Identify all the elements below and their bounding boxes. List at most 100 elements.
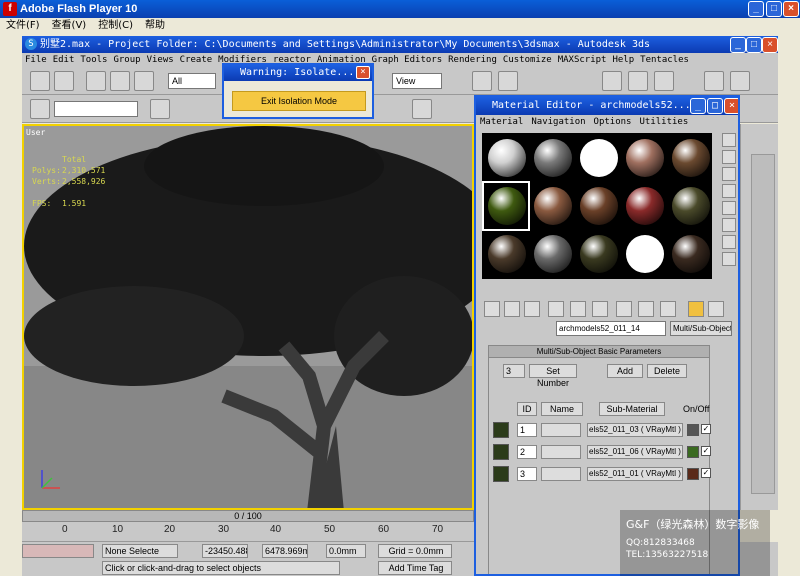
selection-filter-dropdown[interactable]: All bbox=[168, 73, 216, 89]
reset-map-icon[interactable] bbox=[548, 301, 564, 317]
submaterial-id[interactable]: 1 bbox=[517, 423, 537, 437]
submaterial-button[interactable]: els52_011_03 ( VRayMtl ) bbox=[587, 423, 683, 437]
put-to-library-icon[interactable] bbox=[592, 301, 608, 317]
add-time-tag-button[interactable]: Add Time Tag bbox=[378, 561, 452, 575]
submaterial-color-swatch[interactable] bbox=[687, 446, 699, 458]
material-sample-slot[interactable] bbox=[668, 183, 712, 229]
submaterial-id[interactable]: 2 bbox=[517, 445, 537, 459]
select-by-material-icon[interactable] bbox=[722, 252, 736, 266]
layer-manager-icon[interactable] bbox=[150, 99, 170, 119]
track-bar[interactable]: 0 10 20 30 40 50 60 70 bbox=[22, 522, 474, 542]
material-sample-slot[interactable] bbox=[576, 135, 620, 181]
assign-material-icon[interactable] bbox=[524, 301, 540, 317]
max-menu-tentacles[interactable]: Tentacles bbox=[637, 53, 692, 67]
options-icon[interactable] bbox=[722, 235, 736, 249]
max-menu-views[interactable]: Views bbox=[144, 53, 177, 67]
undo-icon[interactable] bbox=[30, 71, 50, 91]
med-menu-options[interactable]: Options bbox=[590, 115, 636, 129]
max-minimize-icon[interactable]: _ bbox=[730, 37, 746, 53]
name-column-header[interactable]: Name bbox=[541, 402, 583, 416]
submaterial-name[interactable] bbox=[541, 423, 581, 437]
max-menu-create[interactable]: Create bbox=[177, 53, 216, 67]
submaterial-on-checkbox[interactable]: ✓ bbox=[701, 424, 711, 434]
layer-icon[interactable] bbox=[30, 99, 50, 119]
material-sample-slot[interactable] bbox=[576, 231, 620, 277]
max-menu-graph-editors[interactable]: Graph Editors bbox=[369, 53, 445, 67]
minimize-icon[interactable]: _ bbox=[690, 98, 706, 114]
maxscript-listener[interactable] bbox=[22, 544, 94, 558]
submaterial-button[interactable]: els52_011_06 ( VRayMtl ) bbox=[587, 445, 683, 459]
submaterial-color-swatch[interactable] bbox=[687, 468, 699, 480]
med-menu-navigation[interactable]: Navigation bbox=[527, 115, 589, 129]
submaterial-name[interactable] bbox=[541, 445, 581, 459]
video-check-icon[interactable] bbox=[722, 201, 736, 215]
backlight-icon[interactable] bbox=[722, 150, 736, 164]
material-type-button[interactable]: Multi/Sub-Object bbox=[670, 321, 732, 336]
max-menu-maxscript[interactable]: MAXScript bbox=[555, 53, 610, 67]
y-coordinate-field[interactable]: 6478.969m bbox=[262, 544, 308, 558]
link-icon[interactable] bbox=[86, 71, 106, 91]
material-name-field[interactable]: archmodels52_011_14 bbox=[556, 321, 666, 336]
curve-editor-icon[interactable] bbox=[412, 99, 432, 119]
submaterial-id[interactable]: 3 bbox=[517, 467, 537, 481]
put-material-icon[interactable] bbox=[504, 301, 520, 317]
max-menu-rendering[interactable]: Rendering bbox=[445, 53, 500, 67]
material-sample-slot[interactable] bbox=[530, 183, 574, 229]
material-count-field[interactable]: 3 bbox=[503, 364, 525, 378]
set-number-button[interactable]: Set Number bbox=[529, 364, 577, 388]
select-manipulate-icon[interactable] bbox=[498, 71, 518, 91]
show-map-icon[interactable] bbox=[638, 301, 654, 317]
max-menu-customize[interactable]: Customize bbox=[500, 53, 555, 67]
make-preview-icon[interactable] bbox=[722, 218, 736, 232]
material-sample-slot[interactable] bbox=[530, 231, 574, 277]
submaterial-swatch-icon[interactable] bbox=[493, 444, 509, 460]
minimize-icon[interactable]: _ bbox=[748, 1, 764, 17]
delete-button[interactable]: Delete bbox=[647, 364, 687, 378]
sample-type-icon[interactable] bbox=[722, 133, 736, 147]
rollout-title[interactable]: Multi/Sub-Object Basic Parameters bbox=[489, 346, 709, 358]
maximize-icon[interactable]: □ bbox=[707, 98, 723, 114]
submaterial-on-checkbox[interactable]: ✓ bbox=[701, 468, 711, 478]
max-maximize-icon[interactable]: □ bbox=[746, 37, 762, 53]
uv-tiling-icon[interactable] bbox=[722, 184, 736, 198]
submaterial-swatch-icon[interactable] bbox=[493, 466, 509, 482]
go-to-parent-icon[interactable] bbox=[688, 301, 704, 317]
get-material-icon[interactable] bbox=[484, 301, 500, 317]
close-icon[interactable]: × bbox=[356, 66, 370, 79]
material-sample-slot[interactable] bbox=[668, 135, 712, 181]
menu-file[interactable]: 文件(F) bbox=[0, 18, 46, 34]
bind-icon[interactable] bbox=[134, 71, 154, 91]
menu-view[interactable]: 查看(V) bbox=[46, 18, 93, 34]
submaterial-swatch-icon[interactable] bbox=[493, 422, 509, 438]
maximize-icon[interactable]: □ bbox=[766, 1, 782, 17]
med-menu-material[interactable]: Material bbox=[476, 115, 527, 129]
unlink-icon[interactable] bbox=[110, 71, 130, 91]
exit-isolation-mode-button[interactable]: Exit Isolation Mode bbox=[232, 91, 366, 111]
layer-dropdown[interactable] bbox=[54, 101, 138, 117]
add-button[interactable]: Add bbox=[607, 364, 643, 378]
align-icon[interactable] bbox=[730, 71, 750, 91]
redo-icon[interactable] bbox=[54, 71, 74, 91]
material-sample-slot[interactable] bbox=[622, 135, 666, 181]
submaterial-name[interactable] bbox=[541, 467, 581, 481]
background-icon[interactable] bbox=[722, 167, 736, 181]
material-effects-icon[interactable] bbox=[616, 301, 632, 317]
material-sample-slot[interactable] bbox=[484, 135, 528, 181]
id-column-header[interactable]: ID bbox=[517, 402, 537, 416]
material-sample-slot[interactable] bbox=[622, 231, 666, 277]
x-coordinate-field[interactable]: -23450.488 bbox=[202, 544, 248, 558]
close-icon[interactable]: × bbox=[783, 1, 799, 17]
angle-snap-icon[interactable] bbox=[628, 71, 648, 91]
submaterial-column-header[interactable]: Sub-Material bbox=[599, 402, 665, 416]
material-sample-slot[interactable] bbox=[622, 183, 666, 229]
menu-help[interactable]: 帮助 bbox=[139, 18, 171, 34]
max-menu-file[interactable]: File bbox=[22, 53, 50, 67]
reference-coord-dropdown[interactable]: View bbox=[392, 73, 442, 89]
viewport-user[interactable]: User Total Polys:2,310,571 Verts:2,558,9… bbox=[22, 124, 474, 510]
time-slider[interactable]: 0 / 100 bbox=[22, 510, 474, 522]
submaterial-on-checkbox[interactable]: ✓ bbox=[701, 446, 711, 456]
max-menu-group[interactable]: Group bbox=[110, 53, 143, 67]
material-sample-slot[interactable] bbox=[668, 231, 712, 277]
go-forward-icon[interactable] bbox=[708, 301, 724, 317]
make-unique-icon[interactable] bbox=[570, 301, 586, 317]
